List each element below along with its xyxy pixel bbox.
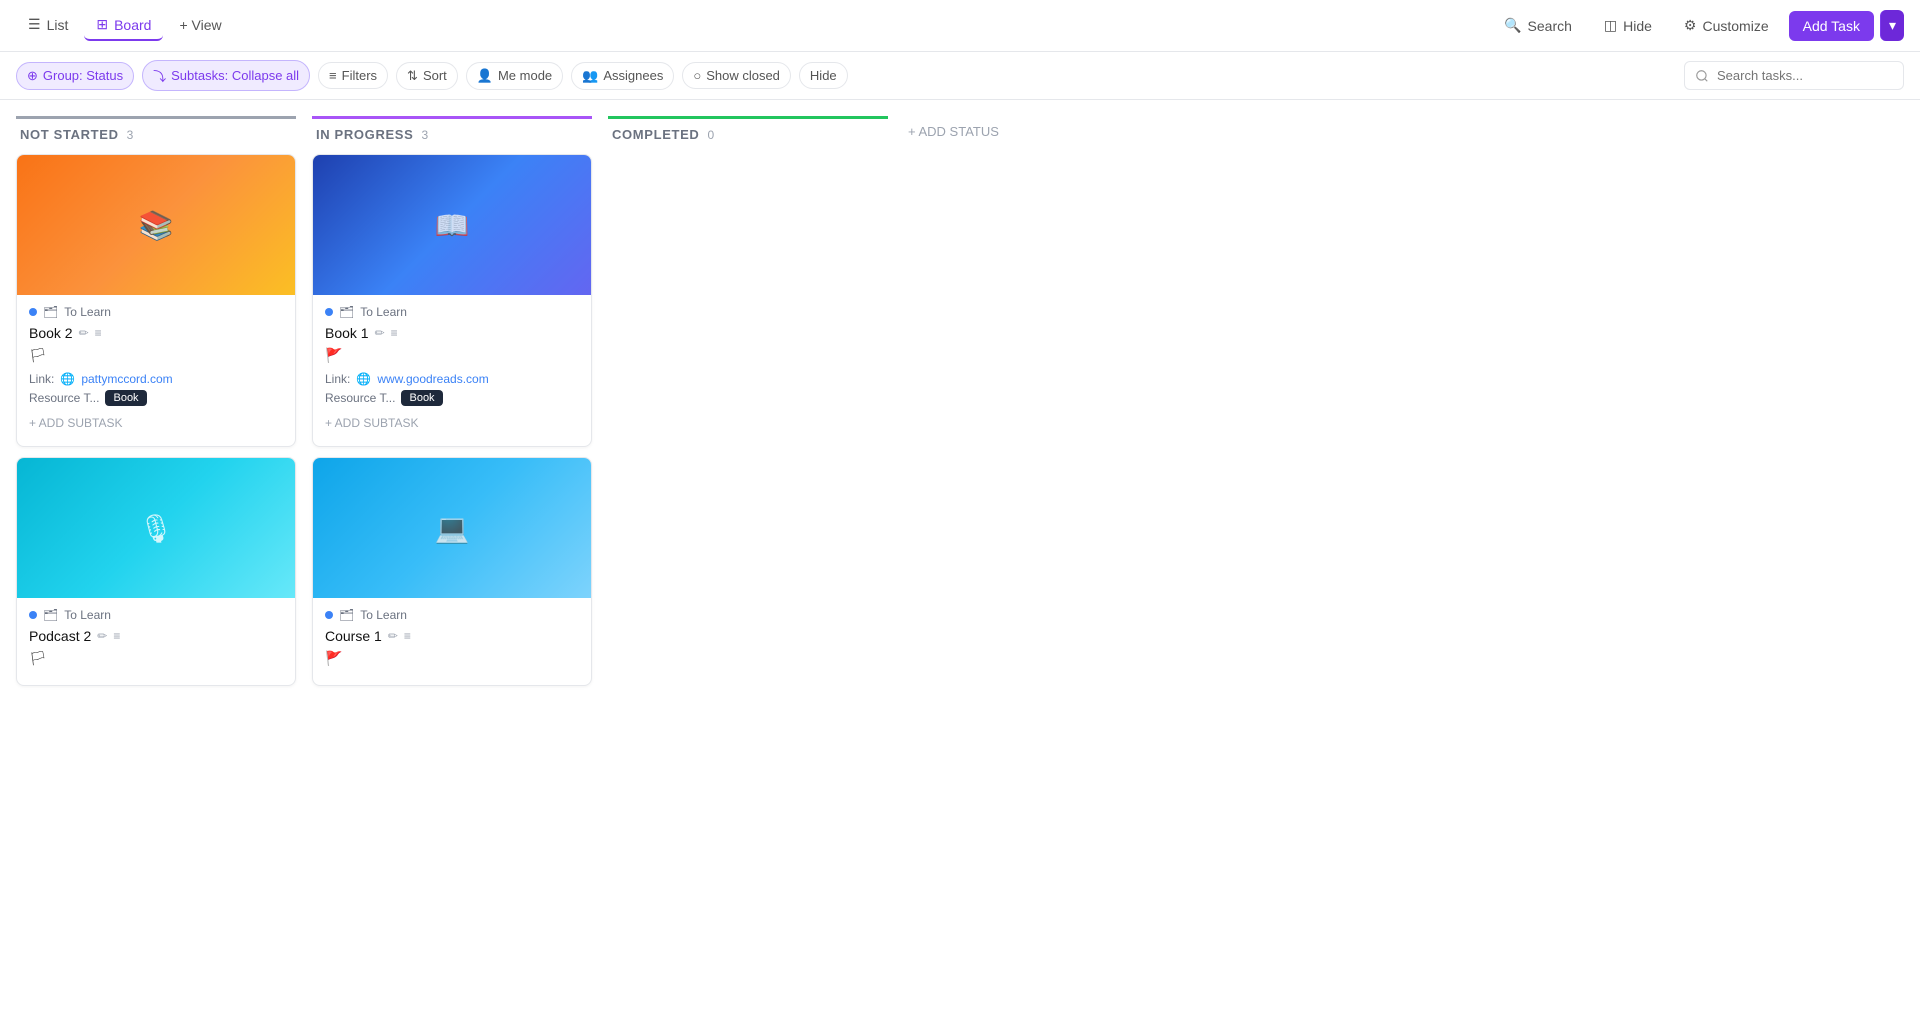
category-icon: 🗂 xyxy=(339,608,354,622)
card-body-course1: 🗂 To Learn Course 1 ✏ ≡ 🚩 xyxy=(313,598,591,685)
status-dot xyxy=(325,611,333,619)
board: NOT STARTED 3 📚 🗂 To Learn Book 2 ✏ ≡ 🏳 xyxy=(0,100,1920,1008)
category-icon: 🗂 xyxy=(339,305,354,319)
card-meta-course1: 🗂 To Learn xyxy=(325,608,579,622)
edit-icon[interactable]: ✏ xyxy=(97,629,107,643)
add-status-button[interactable]: + ADD STATUS xyxy=(904,116,1184,151)
me-mode-button[interactable]: 👤 Me mode xyxy=(466,62,563,90)
add-task-button[interactable]: Add Task xyxy=(1789,11,1874,41)
add-task-dropdown-button[interactable]: ▾ xyxy=(1880,10,1904,41)
search-icon: 🔍 xyxy=(1504,17,1521,34)
card-link-book1: Link: 🌐 www.goodreads.com xyxy=(325,372,579,386)
card-flag-book2: 🏳 xyxy=(29,347,283,364)
card-title-course1: Course 1 ✏ ≡ xyxy=(325,628,579,644)
group-icon: ⊕ xyxy=(27,68,38,84)
hide-button[interactable]: ◫ Hide xyxy=(1592,11,1664,40)
card-flag-course1: 🚩 xyxy=(325,650,579,667)
top-nav: ☰ List ⊞ Board + View 🔍 Search ◫ Hide ⚙ … xyxy=(0,0,1920,52)
board-icon: ⊞ xyxy=(96,16,108,33)
attach-icon[interactable]: ≡ xyxy=(113,629,120,643)
card-book2[interactable]: 📚 🗂 To Learn Book 2 ✏ ≡ 🏳 Link: 🌐 patt xyxy=(16,154,296,447)
subtasks-icon: ⤵ xyxy=(153,66,166,85)
subtasks-chip[interactable]: ⤵ Subtasks: Collapse all xyxy=(142,60,310,91)
card-meta-book1: 🗂 To Learn xyxy=(325,305,579,319)
edit-icon[interactable]: ✏ xyxy=(79,326,89,340)
card-image-book1: 📖 xyxy=(313,155,591,295)
status-dot xyxy=(29,611,37,619)
sort-button[interactable]: ⇅ Sort xyxy=(396,62,458,90)
search-tasks-container xyxy=(1684,61,1904,90)
attach-icon[interactable]: ≡ xyxy=(95,326,102,340)
column-header-completed: COMPLETED 0 xyxy=(608,116,888,154)
add-subtask-book2[interactable]: + ADD SUBTASK xyxy=(29,410,283,436)
card-link-book2: Link: 🌐 pattymccord.com xyxy=(29,372,283,386)
column-add-status: + ADD STATUS xyxy=(904,116,1184,992)
filters-button[interactable]: ≡ Filters xyxy=(318,62,388,89)
card-flag-podcast2: 🏳 xyxy=(29,650,283,667)
column-completed: COMPLETED 0 xyxy=(608,116,888,992)
card-course1[interactable]: 💻 🗂 To Learn Course 1 ✏ ≡ 🚩 xyxy=(312,457,592,686)
list-icon: ☰ xyxy=(28,16,41,33)
add-subtask-book1[interactable]: + ADD SUBTASK xyxy=(325,410,579,436)
card-resource-book2: Resource T... Book xyxy=(29,390,283,406)
tab-view[interactable]: + View xyxy=(167,11,233,41)
card-image-course1: 💻 xyxy=(313,458,591,598)
category-icon: 🗂 xyxy=(43,305,58,319)
show-closed-button[interactable]: ○ Show closed xyxy=(682,62,791,89)
filter-icon: ≡ xyxy=(329,68,337,83)
assignees-icon: 👥 xyxy=(582,68,598,84)
status-dot xyxy=(325,308,333,316)
category-icon: 🗂 xyxy=(43,608,58,622)
resource-badge-book2: Book xyxy=(105,390,146,406)
column-header-not-started: NOT STARTED 3 xyxy=(16,116,296,154)
card-resource-book1: Resource T... Book xyxy=(325,390,579,406)
card-image-podcast2: 🎙 xyxy=(17,458,295,598)
attach-icon[interactable]: ≡ xyxy=(391,326,398,340)
edit-icon[interactable]: ✏ xyxy=(375,326,385,340)
status-dot xyxy=(29,308,37,316)
column-header-in-progress: IN PROGRESS 3 xyxy=(312,116,592,154)
column-in-progress: IN PROGRESS 3 📖 🗂 To Learn Book 1 ✏ ≡ 🚩 xyxy=(312,116,592,992)
attach-icon[interactable]: ≡ xyxy=(404,629,411,643)
assignees-button[interactable]: 👥 Assignees xyxy=(571,62,674,90)
customize-button[interactable]: ⚙ Customize xyxy=(1672,11,1781,40)
filter-bar: ⊕ Group: Status ⤵ Subtasks: Collapse all… xyxy=(0,52,1920,100)
card-body-book1: 🗂 To Learn Book 1 ✏ ≡ 🚩 Link: 🌐 www.good… xyxy=(313,295,591,446)
card-image-book2: 📚 xyxy=(17,155,295,295)
card-flag-book1: 🚩 xyxy=(325,347,579,364)
gear-icon: ⚙ xyxy=(1684,17,1697,34)
card-book1[interactable]: 📖 🗂 To Learn Book 1 ✏ ≡ 🚩 Link: 🌐 www. xyxy=(312,154,592,447)
card-podcast2[interactable]: 🎙 🗂 To Learn Podcast 2 ✏ ≡ 🏳 xyxy=(16,457,296,686)
card-meta-book2: 🗂 To Learn xyxy=(29,305,283,319)
tab-board[interactable]: ⊞ Board xyxy=(84,10,163,41)
search-button[interactable]: 🔍 Search xyxy=(1492,11,1584,40)
tab-list[interactable]: ☰ List xyxy=(16,10,80,41)
card-title-book2: Book 2 ✏ ≡ xyxy=(29,325,283,341)
resource-badge-book1: Book xyxy=(401,390,442,406)
person-icon: 👤 xyxy=(477,68,493,84)
search-tasks-input[interactable] xyxy=(1684,61,1904,90)
hide-icon: ◫ xyxy=(1604,17,1617,34)
column-not-started: NOT STARTED 3 📚 🗂 To Learn Book 2 ✏ ≡ 🏳 xyxy=(16,116,296,992)
edit-icon[interactable]: ✏ xyxy=(388,629,398,643)
eye-icon: ○ xyxy=(693,68,701,83)
card-title-podcast2: Podcast 2 ✏ ≡ xyxy=(29,628,283,644)
group-status-chip[interactable]: ⊕ Group: Status xyxy=(16,62,134,90)
card-title-book1: Book 1 ✏ ≡ xyxy=(325,325,579,341)
nav-tabs: ☰ List ⊞ Board + View xyxy=(16,10,234,41)
link-icon: 🌐 xyxy=(356,372,371,386)
card-body-podcast2: 🗂 To Learn Podcast 2 ✏ ≡ 🏳 xyxy=(17,598,295,685)
sort-icon: ⇅ xyxy=(407,68,418,84)
link-icon: 🌐 xyxy=(60,372,75,386)
hide-filter-button[interactable]: Hide xyxy=(799,62,848,89)
nav-actions: 🔍 Search ◫ Hide ⚙ Customize Add Task ▾ xyxy=(1492,10,1904,41)
card-meta-podcast2: 🗂 To Learn xyxy=(29,608,283,622)
card-body-book2: 🗂 To Learn Book 2 ✏ ≡ 🏳 Link: 🌐 pattymcc… xyxy=(17,295,295,446)
